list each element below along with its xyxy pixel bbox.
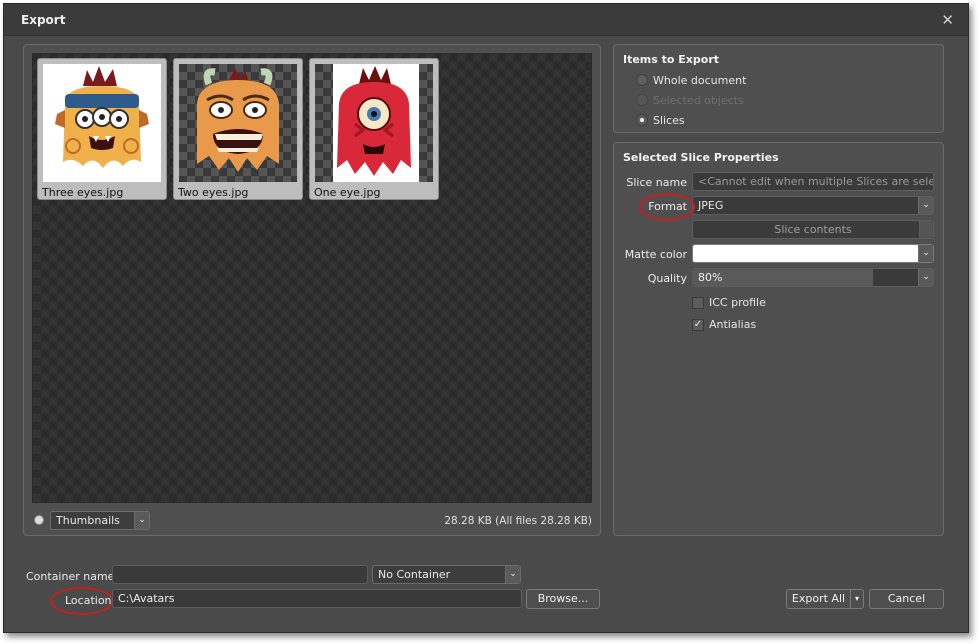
title-bar[interactable]: Export ✕ (4, 4, 968, 36)
antialias-label: Antialias (709, 318, 757, 331)
format-value: JPEG (698, 199, 724, 212)
location-label: Location (65, 594, 112, 607)
checkmark-icon[interactable]: ✓ (692, 318, 704, 331)
radio-button[interactable] (636, 74, 648, 86)
radio-button (636, 94, 648, 106)
chevron-down-icon[interactable]: ⌄ (918, 269, 933, 286)
icc-profile-label: ICC profile (709, 296, 766, 309)
icc-profile-checkbox[interactable]: ICC profile (692, 296, 766, 309)
radio-selected-objects: Selected objects (636, 93, 744, 107)
export-dialog: Export ✕ Three eyes.jpg Two eyes.jpg One… (3, 3, 969, 633)
format-dropdown[interactable]: JPEG ⌄ (692, 196, 934, 215)
browse-button[interactable]: Browse... (526, 589, 600, 609)
slice-name-field: <Cannot edit when multiple Slices are se… (692, 172, 934, 191)
thumbnail-caption: Three eyes.jpg (42, 186, 124, 199)
radio-slices[interactable]: Slices (636, 113, 685, 127)
quality-value: 80% (698, 271, 723, 284)
thumbnail-one-eye[interactable]: One eye.jpg (309, 58, 439, 200)
preview-canvas: Three eyes.jpg Two eyes.jpg One eye.jpg (32, 53, 592, 503)
view-mode-dropdown[interactable]: Thumbnails ⌄ (50, 511, 150, 530)
radio-label: Slices (653, 113, 685, 127)
quality-slider[interactable]: 80% ⌄ (692, 268, 934, 287)
items-to-export-panel: Items to Export Whole document Selected … (613, 44, 944, 133)
radio-whole-document[interactable]: Whole document (636, 73, 746, 87)
radio-button[interactable] (636, 114, 648, 126)
location-input[interactable]: C:\Avatars (112, 589, 522, 608)
slice-contents-label: Slice contents (774, 223, 852, 236)
format-label: Format (648, 200, 687, 213)
cancel-button[interactable]: Cancel (869, 589, 944, 609)
file-size-info: 28.28 KB (All files 28.28 KB) (444, 515, 592, 527)
chevron-down-icon[interactable]: ⌄ (918, 197, 933, 214)
checkbox-box[interactable] (692, 296, 704, 309)
matte-color-picker[interactable]: ⌄ (692, 244, 934, 263)
container-name-label: Container name (26, 570, 115, 583)
export-all-button[interactable]: Export All ▾ (786, 589, 864, 609)
chevron-down-icon[interactable]: ⌄ (505, 566, 520, 583)
container-name-input[interactable] (112, 565, 368, 584)
chevron-down-icon[interactable]: ▾ (850, 590, 863, 608)
view-mode-value: Thumbnails (56, 514, 120, 527)
preview-toggle-radio[interactable] (34, 515, 44, 525)
chevron-down-icon[interactable]: ⌄ (918, 245, 933, 262)
slice-properties-panel: Selected Slice Properties Slice name <Ca… (613, 142, 944, 536)
monster-three-eyes-image (43, 64, 161, 182)
items-to-export-title: Items to Export (623, 53, 720, 66)
close-icon[interactable]: ✕ (941, 11, 954, 29)
container-type-value: No Container (378, 568, 451, 581)
slice-name-label: Slice name (626, 176, 687, 189)
thumbnail-caption: Two eyes.jpg (178, 186, 249, 199)
monster-two-eyes-image (179, 64, 297, 182)
thumbnail-caption: One eye.jpg (314, 186, 381, 199)
container-type-dropdown[interactable]: No Container ⌄ (372, 565, 521, 584)
chevron-down-icon[interactable]: ⌄ (134, 512, 149, 529)
thumbnail-two-eyes[interactable]: Two eyes.jpg (173, 58, 303, 200)
slice-properties-title: Selected Slice Properties (623, 151, 779, 164)
preview-panel: Three eyes.jpg Two eyes.jpg One eye.jpg … (23, 44, 601, 536)
radio-label: Whole document (653, 73, 747, 87)
dialog-title: Export (21, 13, 66, 27)
antialias-checkbox[interactable]: ✓ Antialias (692, 318, 756, 331)
export-all-label: Export All (791, 592, 846, 605)
monster-one-eye-image (315, 64, 433, 182)
slice-contents-button: Slice contents (692, 220, 934, 239)
matte-color-label: Matte color (624, 248, 687, 261)
radio-label: Selected objects (653, 93, 744, 107)
quality-label: Quality (647, 272, 687, 285)
thumbnail-three-eyes[interactable]: Three eyes.jpg (37, 58, 167, 200)
